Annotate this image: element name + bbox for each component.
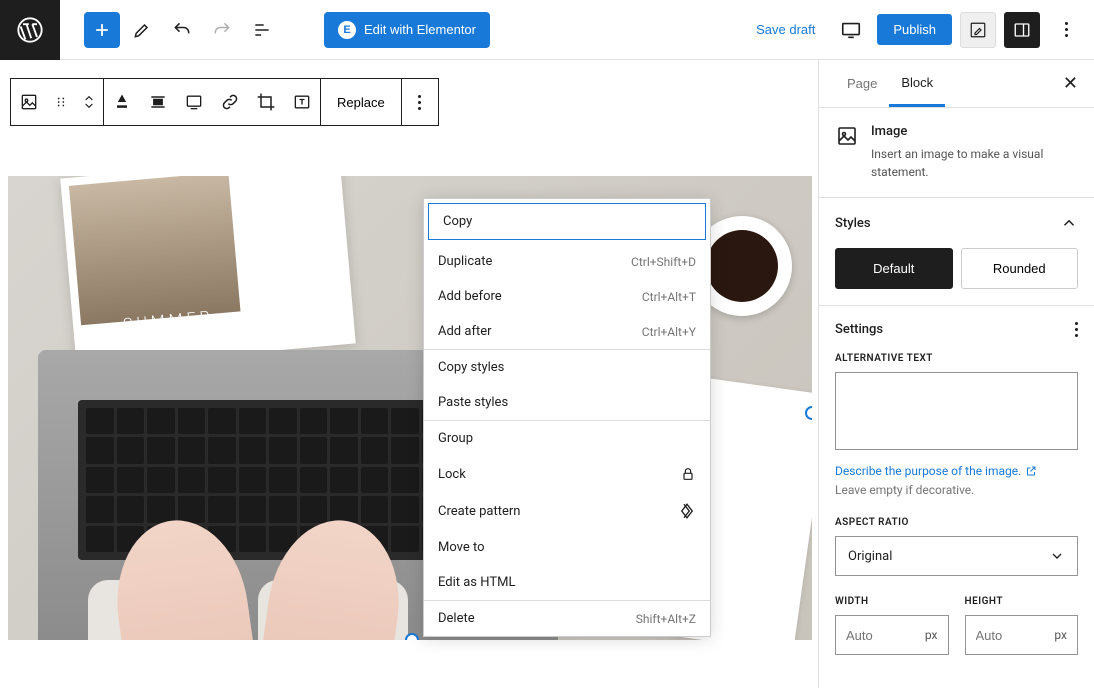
image-icon — [835, 124, 859, 181]
preview-button[interactable] — [833, 12, 869, 48]
text-overlay-button[interactable] — [284, 79, 320, 125]
context-menu-item[interactable]: DeleteShift+Alt+Z — [424, 601, 710, 636]
align-button[interactable] — [104, 79, 140, 125]
describe-purpose-link[interactable]: Describe the purpose of the image. — [835, 464, 1037, 478]
tab-block[interactable]: Block — [889, 61, 945, 107]
width-label: WIDTH — [835, 596, 949, 607]
context-menu-item[interactable]: Lock — [424, 456, 710, 492]
redo-button[interactable] — [204, 12, 240, 48]
diamond-icon — [678, 502, 696, 520]
context-menu-item[interactable]: Edit as HTML — [424, 565, 710, 600]
context-menu-item[interactable]: Add afterCtrl+Alt+Y — [424, 314, 710, 349]
styles-panel-header[interactable]: Styles — [835, 214, 1078, 232]
height-input[interactable] — [966, 628, 1045, 643]
kebab-icon — [418, 95, 421, 110]
context-menu-item[interactable]: Copy — [428, 203, 706, 240]
block-title: Image — [871, 124, 1078, 139]
block-type-button[interactable] — [11, 79, 47, 125]
top-toolbar: E Edit with Elementor Save draft Publish — [0, 0, 1094, 60]
drag-handle-button[interactable] — [47, 79, 75, 125]
undo-button[interactable] — [164, 12, 200, 48]
document-outline-button[interactable] — [244, 12, 280, 48]
height-unit: px — [1044, 628, 1077, 642]
style-default-button[interactable]: Default — [835, 248, 953, 289]
chevron-down-icon — [1049, 548, 1065, 564]
settings-sidebar: Page Block ✕ Image Insert an image to ma… — [818, 60, 1094, 688]
height-label: HEIGHT — [965, 596, 1079, 607]
width-input[interactable] — [836, 628, 915, 643]
kebab-icon — [1065, 22, 1068, 37]
image-magazine-prop: SUMMER — [60, 176, 355, 368]
resize-handle[interactable] — [405, 633, 419, 640]
aspect-ratio-select[interactable]: Original — [835, 536, 1078, 576]
edit-with-elementor-button[interactable]: E Edit with Elementor — [324, 12, 490, 48]
add-block-button[interactable] — [84, 12, 120, 48]
settings-more-icon[interactable] — [1075, 322, 1078, 337]
edit-button[interactable] — [124, 12, 160, 48]
width-unit: px — [915, 628, 948, 642]
external-link-icon — [1025, 465, 1037, 477]
block-more-options-button[interactable] — [402, 79, 438, 125]
link-button[interactable] — [212, 79, 248, 125]
move-up-down-button[interactable] — [75, 79, 103, 125]
publish-button[interactable]: Publish — [877, 14, 952, 45]
lock-icon — [680, 466, 696, 482]
more-options-button[interactable] — [1048, 12, 1084, 48]
tab-page[interactable]: Page — [835, 62, 889, 105]
editor-canvas: Replace SUMMER — [0, 60, 818, 688]
settings-pencil-button[interactable] — [960, 12, 996, 48]
alt-text-hint: Leave empty if decorative. — [835, 483, 1078, 497]
context-menu-item[interactable]: Group — [424, 421, 710, 456]
context-menu-item[interactable]: DuplicateCtrl+Shift+D — [424, 244, 710, 279]
aspect-ratio-label: ASPECT RATIO — [835, 517, 1078, 528]
resize-handle[interactable] — [805, 406, 812, 420]
context-menu-item[interactable]: Move to — [424, 530, 710, 565]
context-menu-item[interactable]: Create pattern — [424, 492, 710, 530]
elementor-icon: E — [338, 21, 356, 39]
context-menu-item[interactable]: Paste styles — [424, 385, 710, 420]
align-center-button[interactable] — [140, 79, 176, 125]
save-draft-button[interactable]: Save draft — [746, 16, 825, 43]
style-rounded-button[interactable]: Rounded — [961, 248, 1079, 289]
block-context-menu: Copy DuplicateCtrl+Shift+DAdd beforeCtrl+… — [423, 198, 711, 637]
block-description: Insert an image to make a visual stateme… — [871, 145, 1078, 181]
close-sidebar-button[interactable]: ✕ — [1063, 73, 1078, 94]
replace-button[interactable]: Replace — [321, 79, 401, 125]
caption-button[interactable] — [176, 79, 212, 125]
chevron-up-icon — [1060, 214, 1078, 232]
wordpress-logo[interactable] — [0, 0, 60, 60]
sidebar-toggle-button[interactable] — [1004, 12, 1040, 48]
elementor-label: Edit with Elementor — [364, 22, 476, 37]
alt-text-label: ALTERNATIVE TEXT — [835, 353, 1078, 364]
context-menu-item[interactable]: Add beforeCtrl+Alt+T — [424, 279, 710, 314]
settings-panel-header: Settings — [835, 322, 883, 337]
block-toolbar: Replace — [10, 78, 439, 126]
crop-button[interactable] — [248, 79, 284, 125]
alt-text-input[interactable] — [835, 372, 1078, 450]
context-menu-item[interactable]: Copy styles — [424, 350, 710, 385]
